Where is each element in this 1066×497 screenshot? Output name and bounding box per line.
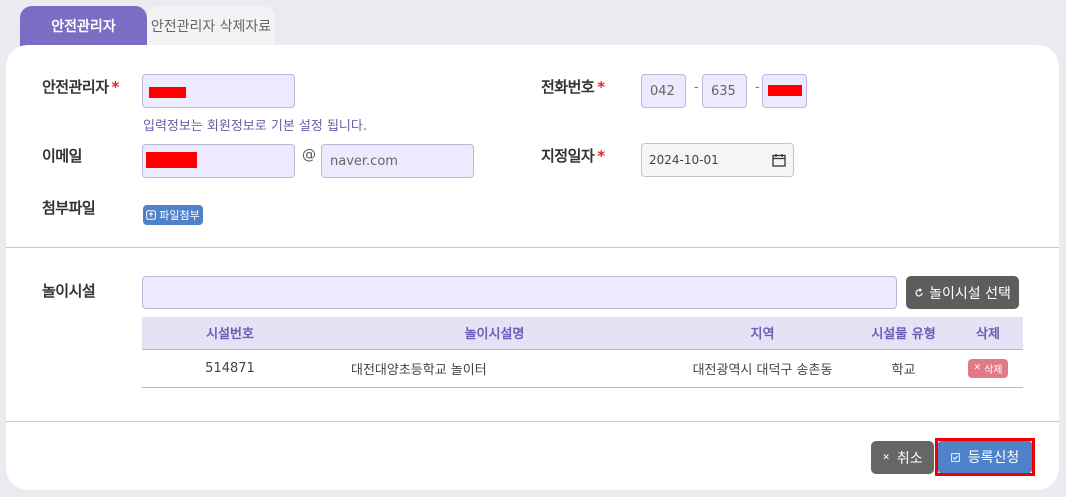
submit-registration-button[interactable]: 등록신청 xyxy=(938,441,1032,473)
form-card xyxy=(6,45,1059,490)
phone-separator: - xyxy=(694,80,699,95)
column-header: 시설번호 xyxy=(142,317,318,350)
facility-type-cell: 학교 xyxy=(854,349,953,388)
check-icon xyxy=(950,452,960,462)
required-mark: * xyxy=(111,78,120,96)
phone-separator: - xyxy=(755,80,760,95)
attach-file-button[interactable]: 파일첨부 xyxy=(143,205,203,225)
section-divider xyxy=(6,247,1059,248)
column-header: 삭제 xyxy=(953,317,1023,350)
facility-id-cell: 514871 xyxy=(142,349,318,388)
cancel-button[interactable]: ✕ 취소 xyxy=(871,441,934,474)
facility-delete-cell: ✕ 삭제 xyxy=(953,349,1023,388)
email-at-sign: @ xyxy=(302,147,316,163)
tab-deleted-records[interactable]: 안전관리자 삭제자료 xyxy=(147,6,275,46)
manager-label: 안전관리자 * xyxy=(42,78,120,96)
facility-label: 놀이시설 xyxy=(42,282,96,300)
column-header: 놀이시설명 xyxy=(318,317,671,350)
refresh-icon xyxy=(915,287,923,297)
phone-area-input[interactable]: 042 xyxy=(641,74,686,108)
facility-region-cell: 대전광역시 대덕구 송촌동 xyxy=(671,349,854,388)
redacted-email xyxy=(146,152,197,168)
manager-help-text: 입력정보는 회원정보로 기본 설정 됩니다. xyxy=(143,119,367,134)
delete-row-button[interactable]: ✕ 삭제 xyxy=(967,358,1009,378)
facility-table: 시설번호 놀이시설명 지역 시설물 유형 삭제 514871 대전대양초등학교 … xyxy=(142,317,1023,388)
calendar-icon[interactable] xyxy=(772,153,786,167)
select-facility-button[interactable]: 놀이시설 선택 xyxy=(906,276,1019,309)
column-header: 시설물 유형 xyxy=(854,317,953,350)
table-row: 514871 대전대양초등학교 놀이터 대전광역시 대덕구 송촌동 학교 ✕ 삭… xyxy=(142,349,1023,388)
close-icon: ✕ xyxy=(973,363,982,373)
redacted-name xyxy=(149,87,186,98)
close-icon: ✕ xyxy=(882,452,890,463)
tab-safety-manager[interactable]: 안전관리자 xyxy=(20,6,147,46)
designation-date-input[interactable]: 2024-10-01 xyxy=(641,143,794,177)
facility-name-cell: 대전대양초등학교 놀이터 xyxy=(318,349,671,388)
phone-label: 전화번호 * xyxy=(541,78,605,96)
facility-input[interactable] xyxy=(142,276,897,309)
section-divider xyxy=(6,421,1059,422)
redacted-phone xyxy=(768,85,802,96)
table-header-row: 시설번호 놀이시설명 지역 시설물 유형 삭제 xyxy=(142,317,1023,350)
email-label: 이메일 xyxy=(42,147,82,165)
upload-icon xyxy=(146,210,157,220)
attachment-label: 첨부파일 xyxy=(42,199,96,217)
phone-prefix-input[interactable]: 635 xyxy=(702,74,747,108)
date-label: 지정일자 * xyxy=(541,147,605,165)
email-domain-input[interactable]: naver.com xyxy=(321,144,474,178)
column-header: 지역 xyxy=(671,317,854,350)
